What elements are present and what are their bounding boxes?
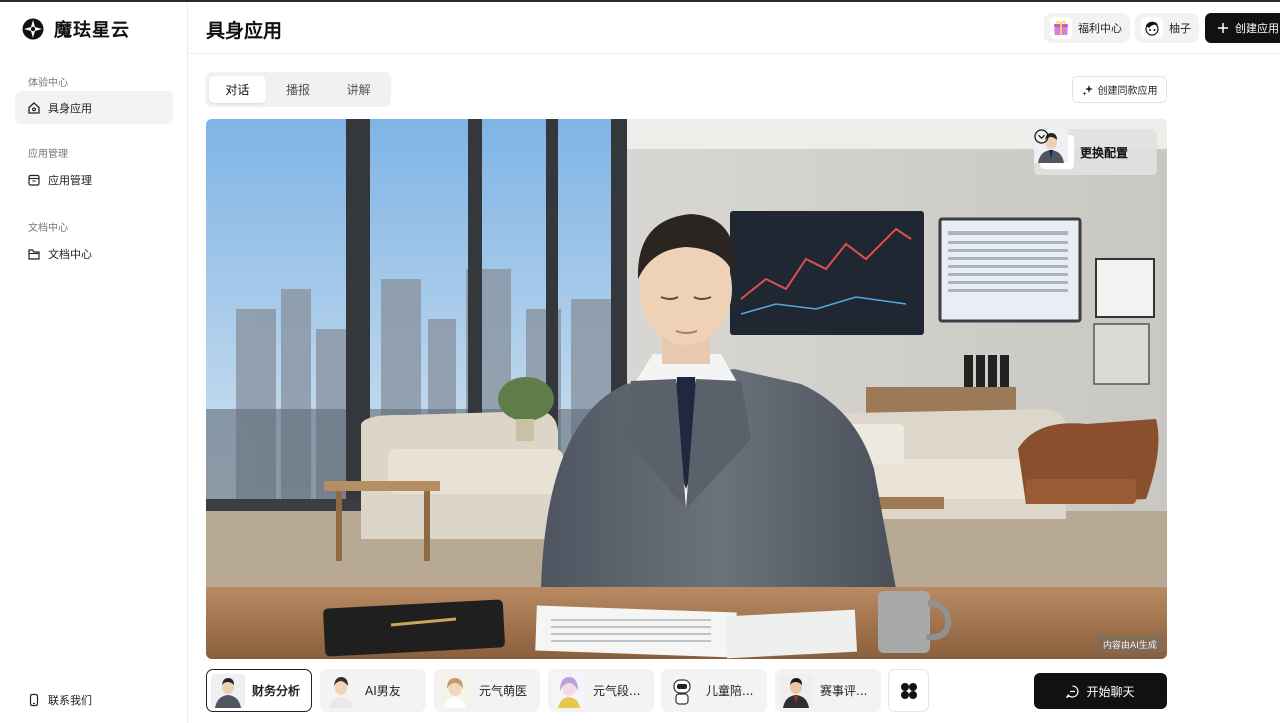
grid-more-icon (900, 682, 917, 699)
group-title-experience: 体验中心 (28, 78, 68, 89)
start-chat-label: 开始聊天 (1086, 684, 1135, 699)
group-title-docs: 文档中心 (28, 223, 68, 234)
sidebar-item-label: 应用管理 (48, 173, 92, 187)
phone-icon (29, 693, 39, 707)
brand-name: 魔珐星云 (54, 20, 130, 41)
sidebar-item-docs[interactable]: 文档中心 (15, 237, 173, 270)
sidebar-item-label: 文档中心 (48, 247, 92, 261)
create-same-app-button[interactable]: 创建同款应用 (1072, 76, 1167, 103)
tab-broadcast[interactable]: 播报 (270, 76, 327, 103)
avatar-stage[interactable]: 更换配置 内容由AI生成 (206, 119, 1167, 659)
change-config-label: 更换配置 (1080, 145, 1129, 160)
persona-avatar (779, 673, 813, 708)
office-scene-image (206, 119, 1167, 659)
sidebar-item-embodied-apps[interactable]: 具身应用 (15, 91, 173, 124)
avatar (1141, 17, 1163, 39)
user-menu[interactable]: 柚子 (1135, 13, 1199, 43)
persona-label: 财务分析 (252, 684, 301, 698)
change-config-button[interactable]: 更换配置 (1034, 129, 1157, 175)
create-app-label: 创建应用 (1235, 22, 1279, 35)
create-app-button[interactable]: 创建应用 (1205, 13, 1280, 43)
tab-dialogue[interactable]: 对话 (209, 76, 266, 103)
app-box-icon (28, 174, 40, 186)
gift-icon (1050, 17, 1072, 39)
plus-icon (1218, 23, 1228, 33)
tab-explain[interactable]: 讲解 (330, 76, 387, 103)
persona-ai-boyfriend[interactable]: AI男友 (320, 669, 426, 712)
group-title-app-management: 应用管理 (28, 149, 68, 160)
persona-label: 元气段... (593, 684, 641, 698)
persona-energetic-segment[interactable]: 元气段... (548, 669, 654, 712)
folder-icon (28, 248, 40, 260)
start-chat-button[interactable]: 开始聊天 (1034, 673, 1167, 709)
sidebar-item-app-management[interactable]: 应用管理 (15, 163, 173, 196)
persona-avatar (211, 673, 245, 708)
mode-tabs: 对话 播报 讲解 (205, 72, 391, 107)
chat-bubble-icon (1066, 684, 1079, 698)
page-title: 具身应用 (206, 20, 283, 42)
persona-label: 元气萌医 (479, 684, 528, 698)
persona-finance-analysis[interactable]: 财务分析 (206, 669, 312, 712)
user-name: 柚子 (1169, 22, 1191, 35)
persona-child-companion[interactable]: 儿童陪... (661, 669, 767, 712)
persona-label: 儿童陪... (706, 684, 754, 698)
persona-avatar (665, 673, 699, 708)
contact-us-label: 联系我们 (48, 694, 92, 707)
sparkle-icon (1082, 84, 1093, 95)
more-personas-button[interactable] (888, 669, 929, 712)
welfare-center-label: 福利中心 (1078, 22, 1122, 35)
persona-label: 赛事评... (820, 684, 868, 698)
persona-avatar (324, 673, 358, 708)
persona-label: AI男友 (365, 684, 401, 698)
create-same-app-label: 创建同款应用 (1097, 86, 1158, 97)
persona-cute-doctor[interactable]: 元气萌医 (434, 669, 540, 712)
persona-avatar (552, 673, 586, 708)
sidebar-item-label: 具身应用 (48, 101, 92, 115)
ai-generated-badge: 内容由AI生成 (1097, 635, 1163, 653)
brand-logo[interactable]: 魔珐星云 (22, 16, 130, 42)
welfare-center-button[interactable]: 福利中心 (1044, 13, 1130, 43)
brand-mark-icon (22, 18, 44, 40)
sidebar: 魔珐星云 体验中心 具身应用 应用管理 应用管理 文档中心 文档中心 联系我们 (0, 2, 188, 723)
top-header: 具身应用 福利中心 柚子 创建应用 (188, 2, 1280, 54)
chevron-down-circle-icon (1034, 129, 1049, 144)
persona-sports-commentary[interactable]: 赛事评... (775, 669, 881, 712)
persona-avatar (438, 673, 472, 708)
home-icon (28, 101, 40, 114)
contact-us-link[interactable]: 联系我们 (27, 692, 92, 708)
